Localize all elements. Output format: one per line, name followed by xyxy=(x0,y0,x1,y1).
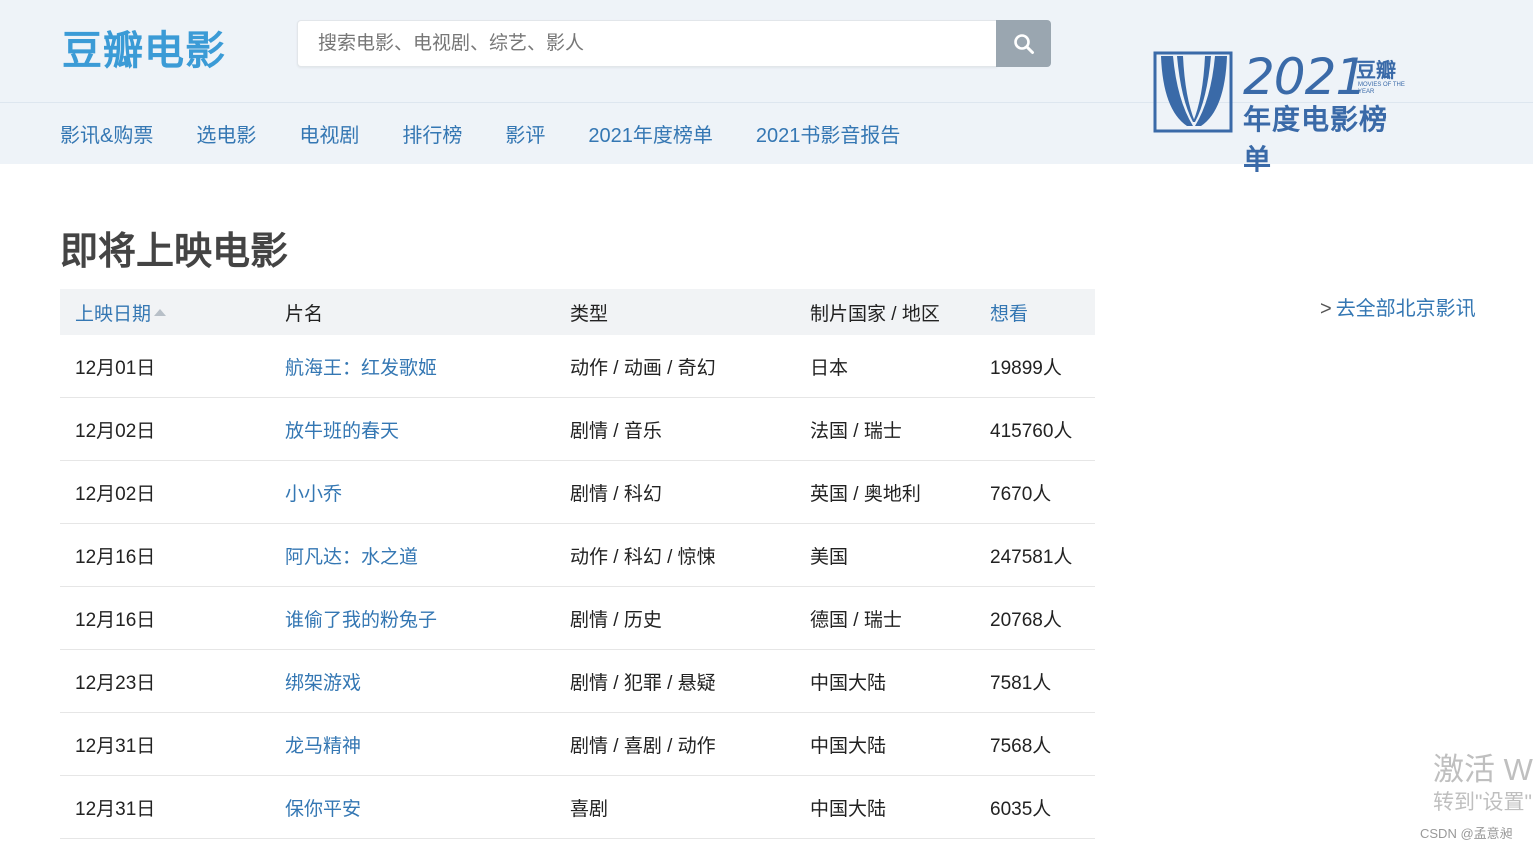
search-input[interactable] xyxy=(298,21,997,66)
movie-genre: 剧情 / 历史 xyxy=(570,609,662,631)
movie-genre: 动作 / 动画 / 奇幻 xyxy=(570,357,716,379)
want-to-see-count: 19899人 xyxy=(990,357,1062,379)
want-to-see-count: 7670人 xyxy=(990,483,1052,505)
want-to-see-count: 247581人 xyxy=(990,546,1073,568)
movie-genre: 剧情 / 音乐 xyxy=(570,420,662,442)
nav-item-annual-report[interactable]: 2021书影音报告 xyxy=(756,119,901,148)
movie-title-link[interactable]: 放牛班的春天 xyxy=(285,416,570,443)
want-to-see-count: 7568人 xyxy=(990,735,1052,757)
release-date: 12月31日 xyxy=(75,735,156,757)
all-beijing-showtimes-link[interactable]: > 去全部北京影讯 xyxy=(1320,292,1476,321)
table-row: 12月23日 绑架游戏 剧情 / 犯罪 / 悬疑 中国大陆 7581人 xyxy=(60,650,1095,713)
site-logo[interactable]: 豆瓣电影 xyxy=(62,18,226,76)
column-header-genre: 类型 xyxy=(570,303,609,325)
search-icon xyxy=(1013,33,1034,54)
activation-watermark-line1: 激活 W xyxy=(1433,752,1533,787)
release-date: 12月02日 xyxy=(75,420,156,442)
movie-genre: 剧情 / 喜剧 / 动作 xyxy=(570,735,716,757)
search-button[interactable] xyxy=(996,20,1051,67)
movie-region: 美国 xyxy=(810,546,849,568)
movie-title-link[interactable]: 阿凡达：水之道 xyxy=(285,542,570,569)
want-to-see-count: 20768人 xyxy=(990,609,1062,631)
movie-region: 英国 / 奥地利 xyxy=(810,483,921,505)
movie-genre: 喜剧 xyxy=(570,798,609,820)
release-date: 12月02日 xyxy=(75,483,156,505)
search-box xyxy=(297,20,997,67)
movie-region: 中国大陆 xyxy=(810,672,887,694)
movie-title-link[interactable]: 航海王：红发歌姬 xyxy=(285,353,570,380)
want-to-see-count: 415760人 xyxy=(990,420,1073,442)
want-to-see-count: 6035人 xyxy=(990,798,1052,820)
movie-title-link[interactable]: 保你平安 xyxy=(285,794,570,821)
table-row: 12月16日 谁偷了我的粉兔子 剧情 / 历史 德国 / 瑞士 20768人 xyxy=(60,587,1095,650)
release-date: 12月31日 xyxy=(75,798,156,820)
nav-item-annual-list[interactable]: 2021年度榜单 xyxy=(588,119,713,148)
chevron-right-icon: > xyxy=(1320,298,1332,320)
side-link-label: 去全部北京影讯 xyxy=(1335,298,1476,320)
column-header-want-to-see[interactable]: 想看 xyxy=(990,299,1095,326)
table-row: 12月31日 保你平安 喜剧 中国大陆 6035人 xyxy=(60,776,1095,839)
main-nav: 影讯&购票 选电影 电视剧 排行榜 影评 2021年度榜单 2021书影音报告 xyxy=(60,102,943,164)
release-date: 12月01日 xyxy=(75,357,156,379)
nav-item-explore-movies[interactable]: 选电影 xyxy=(196,119,256,148)
table-header: 上映日期 片名 类型 制片国家 / 地区 想看 xyxy=(60,289,1095,335)
nav-item-showtimes[interactable]: 影讯&购票 xyxy=(60,119,153,148)
banner-subtitle: MOVIES OF THE YEAR xyxy=(1358,82,1405,95)
movie-genre: 剧情 / 犯罪 / 悬疑 xyxy=(570,672,716,694)
table-row: 12月02日 放牛班的春天 剧情 / 音乐 法国 / 瑞士 415760人 xyxy=(60,398,1095,461)
want-to-see-count: 7581人 xyxy=(990,672,1052,694)
release-date: 12月16日 xyxy=(75,609,156,631)
movie-title-link[interactable]: 龙马精神 xyxy=(285,731,570,758)
table-row: 12月16日 阿凡达：水之道 动作 / 科幻 / 惊悚 美国 247581人 xyxy=(60,524,1095,587)
nav-item-charts[interactable]: 排行榜 xyxy=(402,119,462,148)
movie-region: 中国大陆 xyxy=(810,735,887,757)
activation-watermark-line2: 转到"设置" xyxy=(1433,791,1532,814)
douban-curtain-logo-icon xyxy=(1153,51,1233,133)
release-date: 12月23日 xyxy=(75,672,156,694)
sort-ascending-icon xyxy=(154,308,167,316)
table-row: 12月01日 航海王：红发歌姬 动作 / 动画 / 奇幻 日本 19899人 xyxy=(60,335,1095,398)
movie-title-link[interactable]: 谁偷了我的粉兔子 xyxy=(285,605,570,632)
movie-region: 德国 / 瑞士 xyxy=(810,609,902,631)
banner-brand: 豆瓣 xyxy=(1356,60,1396,82)
upcoming-movies-table: 上映日期 片名 类型 制片国家 / 地区 想看 12月01日 航海王：红发歌姬 … xyxy=(60,289,1095,839)
nav-item-reviews[interactable]: 影评 xyxy=(505,119,545,148)
page-title: 即将上映电影 xyxy=(60,231,289,273)
table-row: 12月02日 小小乔 剧情 / 科幻 英国 / 奥地利 7670人 xyxy=(60,461,1095,524)
movie-region: 法国 / 瑞士 xyxy=(810,420,902,442)
movie-region: 中国大陆 xyxy=(810,798,887,820)
csdn-watermark: CSDN @孟意昶 xyxy=(1420,826,1513,841)
table-row: 12月31日 龙马精神 剧情 / 喜剧 / 动作 中国大陆 7568人 xyxy=(60,713,1095,776)
column-header-title: 片名 xyxy=(285,303,324,325)
nav-item-tv[interactable]: 电视剧 xyxy=(299,119,359,148)
movie-title-link[interactable]: 小小乔 xyxy=(285,479,570,506)
movie-title-link[interactable]: 绑架游戏 xyxy=(285,668,570,695)
banner-title: 年度电影榜单 xyxy=(1243,104,1389,175)
column-header-release-date[interactable]: 上映日期 xyxy=(60,299,285,326)
movie-genre: 动作 / 科幻 / 惊悚 xyxy=(570,546,716,568)
column-header-region: 制片国家 / 地区 xyxy=(810,303,940,325)
movie-region: 日本 xyxy=(810,357,849,379)
annual-banner[interactable]: 2021 豆瓣 MOVIES OF THE YEAR 年度电影榜单 xyxy=(1153,46,1413,175)
release-date: 12月16日 xyxy=(75,546,156,568)
movie-genre: 剧情 / 科幻 xyxy=(570,483,662,505)
